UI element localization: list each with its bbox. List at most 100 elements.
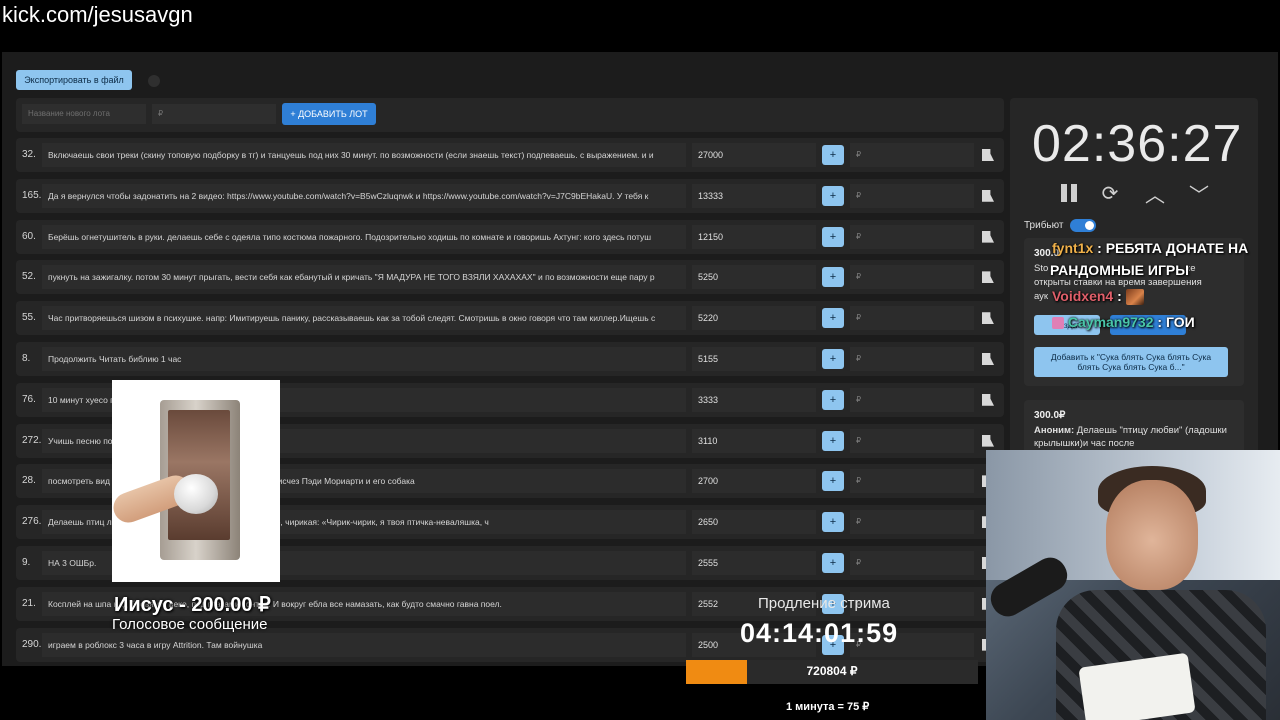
lot-row: 32. Включаешь свои треки (скину топовую п…	[16, 138, 1004, 172]
lot-add-input[interactable]: ₽	[850, 551, 974, 575]
drag-handle-icon[interactable]	[982, 312, 994, 325]
lot-row: 52. пукнуть на зажигалку. потом 30 минут …	[16, 260, 1004, 295]
add-amount-button[interactable]: +	[822, 267, 844, 288]
lot-add-input[interactable]: ₽	[850, 306, 974, 331]
drag-handle-icon[interactable]	[982, 434, 994, 447]
lot-name-input[interactable]: играем в роблокс 3 часа в игру Attrition…	[42, 632, 686, 657]
donation-text-line1b: ке	[1186, 263, 1196, 274]
lot-number: 290.	[22, 638, 42, 650]
chat-message: Cayman9732 : ГОИ	[1052, 314, 1195, 330]
tribute-toggle[interactable]	[1070, 219, 1096, 232]
refresh-icon[interactable]: ⟳	[1098, 182, 1122, 205]
lot-name-input[interactable]: пукнуть на зажигалку. потом 30 минут пры…	[42, 265, 686, 290]
lot-row: 55. Час притворяешься шизом в психушке. н…	[16, 301, 1004, 336]
drag-handle-icon[interactable]	[982, 149, 994, 161]
lot-amount: 2700	[692, 469, 816, 494]
chat-separator: :	[1153, 314, 1166, 330]
drag-handle-icon[interactable]	[982, 230, 994, 243]
add-amount-button[interactable]: +	[822, 512, 844, 533]
drag-handle-icon[interactable]	[982, 353, 994, 365]
extension-label: Продление стрима	[758, 595, 890, 612]
add-amount-button[interactable]: +	[822, 553, 844, 573]
new-lot-price-input[interactable]: ₽	[152, 104, 276, 124]
add-lot-button[interactable]: + ДОБАВИТЬ ЛОТ	[282, 103, 376, 125]
lot-add-input[interactable]: ₽	[850, 428, 974, 453]
browser-url: kick.com/jesusavgn	[2, 2, 193, 27]
drag-handle-icon[interactable]	[982, 189, 994, 202]
chat-text: ГОИ	[1165, 314, 1195, 330]
lot-amount: 5155	[692, 347, 816, 371]
lot-number: 60.	[22, 230, 36, 242]
add-amount-button[interactable]: +	[822, 389, 844, 410]
lot-add-input[interactable]: ₽	[850, 510, 974, 535]
lot-name-input[interactable]: Да я вернулся чтобы задонатить на 2 виде…	[42, 183, 686, 208]
lot-add-input[interactable]: ₽	[850, 347, 974, 371]
lot-row: 60. Берёшь огнетушитель в руки. делаешь с…	[16, 219, 1004, 254]
lot-name-input[interactable]: Включаешь свои треки (скину топовую подб…	[42, 143, 686, 167]
chat-message-continued: РАНДОМНЫЕ ИГРЫ	[1050, 262, 1189, 278]
add-amount-button[interactable]: +	[822, 226, 844, 247]
lot-row: 8. Продолжить Читать библию 1 час 5155 + ₽	[16, 342, 1004, 376]
alert-subtitle: Голосовое сообщение	[112, 616, 268, 633]
lot-amount: 13333	[692, 183, 816, 208]
add-amount-button[interactable]: +	[822, 308, 844, 329]
lot-add-input[interactable]: ₽	[850, 183, 974, 208]
lot-number: 52.	[22, 271, 36, 283]
chat-separator: :	[1093, 240, 1106, 256]
pause-icon[interactable]	[1058, 182, 1080, 204]
chevron-up-icon[interactable]: ︿	[1144, 182, 1166, 207]
chat-separator: :	[1113, 288, 1126, 304]
lot-add-input[interactable]: ₽	[850, 387, 974, 412]
add-amount-button[interactable]: +	[822, 471, 844, 492]
lot-add-input[interactable]: ₽	[850, 143, 974, 167]
lot-add-input[interactable]: ₽	[850, 469, 974, 494]
lot-amount: 3333	[692, 387, 816, 412]
lot-number: 9.	[22, 557, 31, 568]
lot-number: 272.	[22, 434, 42, 446]
alert-image	[112, 380, 280, 582]
auction-timer: 02:36:27	[1032, 115, 1243, 173]
chat-username: Voidxen4	[1052, 288, 1114, 304]
lot-amount: 27000	[692, 143, 816, 167]
lot-number: 32.	[22, 149, 36, 160]
lot-number: 21.	[22, 597, 36, 609]
lot-add-input[interactable]: ₽	[850, 224, 974, 249]
add-amount-button[interactable]: +	[822, 430, 844, 451]
donation2-amount: 300.0₽	[1034, 410, 1066, 421]
drag-handle-icon[interactable]	[982, 393, 994, 406]
lot-name-input[interactable]: Продолжить Читать библию 1 час	[42, 347, 686, 371]
lot-number: 165.	[22, 189, 42, 201]
tribute-label: Трибьют	[1024, 220, 1064, 231]
lot-row: 165. Да я вернулся чтобы задонатить на 2 …	[16, 178, 1004, 213]
extension-timer: 04:14:01:59	[740, 618, 899, 648]
lot-name-input[interactable]: Час притворяешься шизом в психушке. напр…	[42, 306, 686, 331]
chat-text: РЕБЯТА ДОНАТЕ НА	[1105, 240, 1249, 256]
extension-total: 720804 ₽	[806, 664, 858, 678]
add-amount-button[interactable]: +	[822, 145, 844, 165]
chevron-down-icon[interactable]: ﹀	[1188, 182, 1210, 207]
lot-number: 28.	[22, 475, 36, 487]
lot-amount: 2555	[692, 551, 816, 575]
lot-add-input[interactable]: ₽	[850, 265, 974, 290]
export-button[interactable]: Экспортировать в файл	[16, 70, 132, 90]
drag-handle-icon[interactable]	[982, 271, 994, 284]
extension-rate: 1 минута = 75 ₽	[786, 701, 870, 713]
new-lot-name-input[interactable]: Название нового лота	[22, 104, 146, 124]
add-amount-button[interactable]: +	[822, 185, 844, 206]
donation2-author: Аноним:	[1034, 425, 1075, 436]
chat-username: fynt1x	[1052, 240, 1094, 256]
emote-icon	[1125, 289, 1144, 306]
lot-name-input[interactable]: Берёшь огнетушитель в руки. делаешь себе…	[42, 224, 686, 249]
add-to-lot-button[interactable]: Добавить к "Сука блять Сука блять Сука б…	[1034, 347, 1228, 377]
chat-message: fynt1x : РЕБЯТА ДОНАТЕ НА	[1052, 240, 1248, 256]
lot-number: 8.	[22, 353, 31, 364]
streamer-head	[1106, 480, 1198, 590]
theme-toggle-icon[interactable]	[148, 75, 160, 87]
add-amount-button[interactable]: +	[822, 349, 844, 369]
lot-amount: 12150	[692, 224, 816, 249]
alert-donor-name: Иисус - 200.00 ₽	[114, 594, 271, 616]
webcam-feed	[986, 450, 1280, 720]
switch-button	[174, 474, 218, 514]
lot-amount: 3110	[692, 428, 816, 453]
chat-text: РАНДОМНЫЕ ИГРЫ	[1050, 262, 1189, 278]
